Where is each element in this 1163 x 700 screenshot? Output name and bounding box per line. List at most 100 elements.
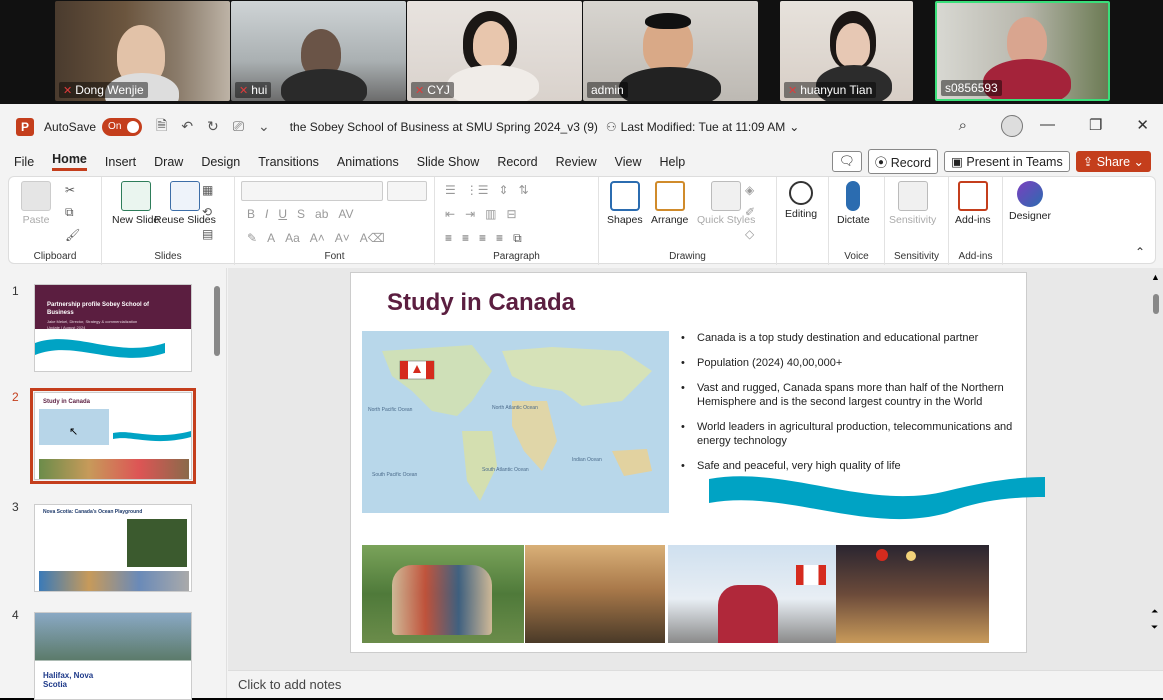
case-icon[interactable]: Aa bbox=[285, 231, 300, 245]
bold-icon[interactable]: B bbox=[247, 207, 255, 221]
autosave-toggle[interactable]: On bbox=[102, 117, 143, 136]
shape-fill-icon[interactable]: ◈ bbox=[745, 183, 755, 197]
tab-file[interactable]: File bbox=[14, 155, 34, 169]
arrange-button[interactable]: Arrange bbox=[651, 181, 688, 227]
present-in-teams-button[interactable]: ▣ Present in Teams bbox=[944, 151, 1070, 172]
underline-icon[interactable]: U bbox=[278, 207, 287, 221]
increase-indent-icon[interactable]: ⇥ bbox=[465, 207, 475, 221]
comments-button[interactable]: 🗨 bbox=[831, 151, 862, 172]
record-button[interactable]: ⦿ Record bbox=[867, 149, 939, 174]
layout-icon[interactable]: ▦ bbox=[202, 183, 213, 197]
numbering-icon[interactable]: ⋮☰ bbox=[466, 183, 489, 197]
participant-tile[interactable]: ✕ hui bbox=[231, 1, 406, 101]
participant-tile-active-speaker[interactable]: s0856593 bbox=[935, 1, 1110, 101]
line-spacing-icon[interactable]: ⇕ bbox=[499, 183, 509, 197]
align-right-icon[interactable]: ≡ bbox=[479, 231, 486, 246]
section-icon[interactable]: ▤ bbox=[202, 227, 213, 241]
participant-tile[interactable]: ✕ CYJ bbox=[407, 1, 582, 101]
photo-students[interactable] bbox=[362, 545, 524, 643]
next-slide-icon[interactable]: ⏷ bbox=[1151, 622, 1158, 633]
world-map[interactable]: North Atlantic Ocean South Atlantic Ocea… bbox=[362, 331, 669, 513]
tab-insert[interactable]: Insert bbox=[105, 155, 136, 169]
tab-draw[interactable]: Draw bbox=[154, 155, 183, 169]
sensitivity-button[interactable]: Sensitivity bbox=[889, 181, 936, 227]
tab-help[interactable]: Help bbox=[659, 155, 685, 169]
bullet-list[interactable]: Canada is a top study destination and ed… bbox=[681, 331, 1026, 484]
copy-icon[interactable]: ⧉ bbox=[65, 205, 80, 220]
slide-thumbnail-2[interactable]: Study in Canada ↖ bbox=[30, 388, 196, 484]
decrease-indent-icon[interactable]: ⇤ bbox=[445, 207, 455, 221]
cut-icon[interactable]: ✂ bbox=[65, 183, 80, 197]
font-color-icon[interactable]: A bbox=[267, 231, 275, 245]
clear-format-icon[interactable]: A⌫ bbox=[360, 231, 385, 245]
tab-record[interactable]: Record bbox=[497, 155, 537, 169]
document-title[interactable]: the Sobey School of Business at SMU Spri… bbox=[290, 120, 598, 134]
tab-transitions[interactable]: Transitions bbox=[258, 155, 319, 169]
scrollbar-thumb[interactable] bbox=[1153, 294, 1159, 314]
notes-pane[interactable]: Click to add notes bbox=[228, 670, 1163, 698]
share-button[interactable]: ⇪ Share ⌄ bbox=[1075, 151, 1151, 172]
slide-thumbnail-1[interactable]: Partnership profile Sobey School of Busi… bbox=[34, 284, 192, 372]
shapes-button[interactable]: Shapes bbox=[607, 181, 643, 227]
font-family-select[interactable] bbox=[241, 181, 383, 201]
dictate-button[interactable]: Dictate bbox=[837, 181, 870, 227]
participant-tile[interactable]: ✕ huanyun Tian bbox=[780, 1, 913, 101]
reset-icon[interactable]: ⟲ bbox=[202, 205, 213, 219]
tab-view[interactable]: View bbox=[615, 155, 642, 169]
slide-title[interactable]: Study in Canada bbox=[387, 289, 575, 317]
change-case-icon[interactable]: AV bbox=[338, 207, 353, 221]
restore-button[interactable]: ❐ bbox=[1089, 116, 1102, 134]
font-size-select[interactable] bbox=[387, 181, 427, 201]
align-left-icon[interactable]: ≡ bbox=[445, 231, 452, 246]
paste-button[interactable]: Paste bbox=[21, 181, 51, 227]
slide-scrollbar[interactable]: ▲ ⏶ ⏷ bbox=[1151, 272, 1161, 652]
account-avatar[interactable] bbox=[1001, 115, 1023, 137]
chevron-down-icon[interactable]: ⌄ bbox=[789, 120, 799, 134]
strikethrough-icon[interactable]: S bbox=[297, 207, 305, 221]
present-icon[interactable]: ⎚ bbox=[233, 118, 244, 135]
tab-design[interactable]: Design bbox=[201, 155, 240, 169]
shape-outline-icon[interactable]: ✐ bbox=[745, 205, 755, 219]
redo-icon[interactable]: ↻ bbox=[207, 118, 219, 135]
customize-toolbar-icon[interactable]: ⌄ bbox=[258, 118, 270, 135]
text-direction-icon[interactable]: ⇅ bbox=[519, 183, 529, 197]
close-button[interactable]: ✕ bbox=[1136, 116, 1149, 134]
collapse-ribbon-icon[interactable]: ⌃ bbox=[1135, 245, 1145, 259]
scrollbar-thumb[interactable] bbox=[214, 286, 220, 356]
scroll-up-icon[interactable]: ▲ bbox=[1151, 272, 1160, 282]
character-spacing-icon[interactable]: ab bbox=[315, 207, 328, 221]
thumbnails-scrollbar[interactable] bbox=[214, 276, 220, 686]
align-text-icon[interactable]: ⊟ bbox=[506, 207, 516, 221]
tab-animations[interactable]: Animations bbox=[337, 155, 399, 169]
photo-flag-mountain[interactable] bbox=[668, 545, 836, 643]
addins-button[interactable]: Add-ins bbox=[955, 181, 991, 227]
minimize-button[interactable]: — bbox=[1040, 116, 1055, 134]
shape-effects-icon[interactable]: ◇ bbox=[745, 227, 755, 241]
italic-icon[interactable]: I bbox=[265, 207, 268, 221]
grow-font-icon[interactable]: A˄ bbox=[310, 231, 325, 245]
search-icon[interactable]: ⌕ bbox=[959, 117, 967, 134]
participant-tile[interactable]: ✕ Dong Wenjie bbox=[55, 1, 230, 101]
slide-thumbnail-4[interactable]: Halifax, Nova Scotia bbox=[34, 612, 192, 700]
new-slide-button[interactable]: New Slide bbox=[112, 181, 159, 227]
tab-review[interactable]: Review bbox=[556, 155, 597, 169]
justify-icon[interactable]: ≡ bbox=[496, 231, 503, 246]
current-slide[interactable]: Study in Canada North Atlantic Ocean Sou… bbox=[350, 272, 1045, 653]
participant-tile[interactable]: admin bbox=[583, 1, 758, 101]
format-painter-icon[interactable]: 🖌 bbox=[65, 228, 80, 242]
photo-landscape[interactable] bbox=[525, 545, 665, 643]
columns-icon[interactable]: ▥ bbox=[485, 207, 496, 221]
prev-slide-icon[interactable]: ⏶ bbox=[1151, 606, 1158, 617]
undo-icon[interactable]: ↶ bbox=[181, 118, 193, 135]
tab-home[interactable]: Home bbox=[52, 152, 87, 171]
tab-slide-show[interactable]: Slide Show bbox=[417, 155, 480, 169]
slide-thumbnail-3[interactable]: Nova Scotia: Canada's Ocean Playground bbox=[34, 504, 192, 592]
save-icon[interactable]: 🗎 bbox=[156, 115, 167, 139]
shrink-font-icon[interactable]: A˅ bbox=[335, 231, 350, 245]
highlight-icon[interactable]: ✎ bbox=[247, 231, 257, 245]
align-center-icon[interactable]: ≡ bbox=[462, 231, 469, 246]
last-modified[interactable]: Last Modified: Tue at 11:09 AM bbox=[621, 120, 786, 134]
designer-button[interactable]: Designer bbox=[1009, 181, 1051, 223]
editing-button[interactable]: Editing bbox=[785, 181, 817, 221]
smartart-icon[interactable]: ⧉ bbox=[513, 231, 522, 246]
